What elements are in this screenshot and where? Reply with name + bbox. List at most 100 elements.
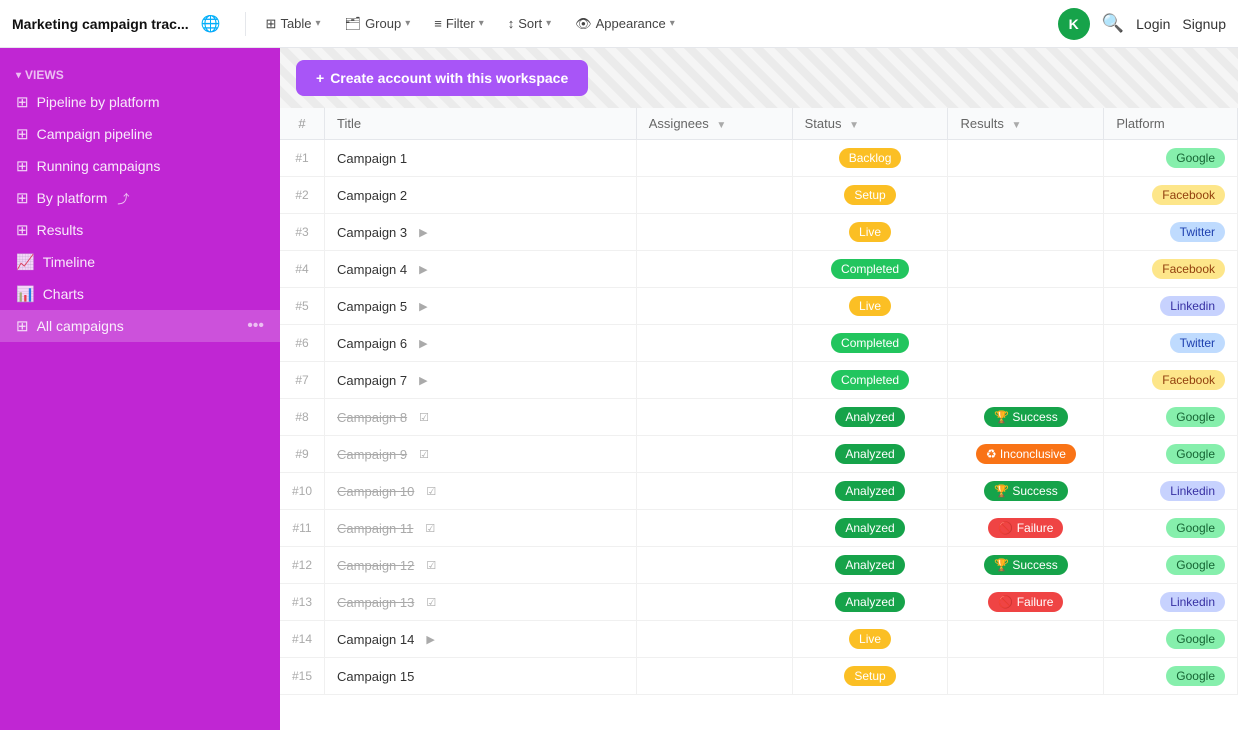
search-button[interactable]: 🔍	[1102, 13, 1124, 34]
cell-title[interactable]: Campaign 6▶	[325, 325, 637, 362]
sidebar-item-by-platform[interactable]: ⊞ By platform ⤴	[0, 182, 280, 214]
cell-status: Setup	[792, 177, 948, 214]
col-title[interactable]: Title	[325, 108, 637, 140]
result-badge: 🏆 Success	[984, 407, 1068, 427]
campaign-title: Campaign 10	[337, 484, 414, 499]
cell-title[interactable]: Campaign 2	[325, 177, 637, 214]
sort-button[interactable]: ↕ Sort ▾	[500, 12, 559, 35]
campaign-title: Campaign 4	[337, 262, 407, 277]
check-icon[interactable]: ☑	[425, 522, 435, 535]
expand-icon[interactable]: ▶	[419, 337, 427, 350]
sidebar-item-pipeline-by-platform[interactable]: ⊞ Pipeline by platform	[0, 86, 280, 118]
sidebar-item-charts[interactable]: 📊 Charts	[0, 278, 280, 310]
table-row[interactable]: #10Campaign 10☑Analyzed🏆 SuccessLinkedin	[280, 473, 1238, 510]
check-icon[interactable]: ☑	[426, 596, 436, 609]
check-icon[interactable]: ☑	[426, 485, 436, 498]
cell-num: #13	[280, 584, 325, 621]
appearance-button[interactable]: 👁 Appearance ▾	[567, 12, 683, 36]
cell-title[interactable]: Campaign 11 ☑	[325, 510, 637, 547]
cell-title[interactable]: Campaign 13☑	[325, 584, 637, 621]
check-icon[interactable]: ☑	[419, 411, 429, 424]
cell-title[interactable]: Campaign 4 ▶	[325, 251, 637, 288]
table-row[interactable]: #14Campaign 14▶LiveGoogle	[280, 621, 1238, 658]
table-row[interactable]: #3Campaign 3▶LiveTwitter	[280, 214, 1238, 251]
cell-title[interactable]: Campaign 1	[325, 140, 637, 177]
cell-title[interactable]: Campaign 15	[325, 658, 637, 695]
status-badge: Analyzed	[835, 518, 904, 538]
sidebar: ▾ Views ⊞ Pipeline by platform ⊞ Campaig…	[0, 48, 280, 730]
sidebar-item-all-campaigns[interactable]: ⊞ All campaigns •••	[0, 310, 280, 342]
table-row[interactable]: #8Campaign 8☑Analyzed🏆 SuccessGoogle	[280, 399, 1238, 436]
views-section-label[interactable]: ▾ Views	[16, 68, 264, 82]
table-row[interactable]: #15Campaign 15SetupGoogle	[280, 658, 1238, 695]
more-icon[interactable]: •••	[247, 317, 264, 335]
avatar[interactable]: K	[1058, 8, 1090, 40]
campaign-title: Campaign 11	[337, 521, 413, 536]
cell-title[interactable]: Campaign 14▶	[325, 621, 637, 658]
login-button[interactable]: Login	[1136, 16, 1170, 32]
filter-button[interactable]: ≡ Filter ▾	[426, 12, 492, 35]
expand-icon[interactable]: ▶	[419, 300, 427, 313]
cell-status: Live	[792, 214, 948, 251]
col-status[interactable]: Status ▼	[792, 108, 948, 140]
status-badge: Analyzed	[835, 444, 904, 464]
sidebar-item-timeline[interactable]: 📈 Timeline	[0, 246, 280, 278]
table-row[interactable]: #5Campaign 5▶LiveLinkedin	[280, 288, 1238, 325]
appearance-chevron: ▾	[670, 18, 675, 29]
expand-icon[interactable]: ▶	[419, 263, 427, 276]
cell-platform: Linkedin	[1104, 473, 1238, 510]
col-results[interactable]: Results ▼	[948, 108, 1104, 140]
table-row[interactable]: #9Campaign 9☑Analyzed♻ InconclusiveGoogl…	[280, 436, 1238, 473]
sidebar-item-campaign-pipeline[interactable]: ⊞ Campaign pipeline	[0, 118, 280, 150]
check-icon[interactable]: ☑	[426, 559, 436, 572]
col-platform[interactable]: Platform	[1104, 108, 1238, 140]
cell-title[interactable]: Campaign 3▶	[325, 214, 637, 251]
cell-platform: Facebook	[1104, 362, 1238, 399]
table-row[interactable]: #11Campaign 11☑Analyzed🚫 FailureGoogle	[280, 510, 1238, 547]
expand-icon[interactable]: ▶	[419, 226, 427, 239]
table-row[interactable]: #7Campaign 7▶CompletedFacebook	[280, 362, 1238, 399]
cell-results: 🚫 Failure	[948, 584, 1104, 621]
table-row[interactable]: #1Campaign 1BacklogGoogle	[280, 140, 1238, 177]
platform-badge: Google	[1166, 407, 1225, 427]
table-row[interactable]: #13Campaign 13☑Analyzed🚫 FailureLinkedin	[280, 584, 1238, 621]
expand-icon[interactable]: ▶	[419, 374, 427, 387]
cell-title[interactable]: Campaign 5▶	[325, 288, 637, 325]
cell-title[interactable]: Campaign 9 ☑	[325, 436, 637, 473]
cell-title[interactable]: Campaign 12☑	[325, 547, 637, 584]
table-row[interactable]: #6Campaign 6▶CompletedTwitter	[280, 325, 1238, 362]
check-icon[interactable]: ☑	[419, 448, 429, 461]
platform-badge: Google	[1166, 666, 1225, 686]
cell-title[interactable]: Campaign 10 ☑	[325, 473, 637, 510]
cell-status: Analyzed	[792, 436, 948, 473]
expand-icon[interactable]: ▶	[426, 633, 434, 646]
cell-results	[948, 325, 1104, 362]
sidebar-item-label: Running campaigns	[37, 158, 161, 174]
table-row[interactable]: #2Campaign 2SetupFacebook	[280, 177, 1238, 214]
col-assignees[interactable]: Assignees ▼	[636, 108, 792, 140]
globe-icon: 🌐	[201, 14, 221, 34]
campaign-title: Campaign 8	[337, 410, 407, 425]
app-title: Marketing campaign trac...	[12, 16, 189, 32]
status-badge: Analyzed	[835, 407, 904, 427]
group-button[interactable]: 🗂 Group ▾	[337, 12, 419, 36]
sort-chevron: ▾	[546, 18, 551, 29]
cell-status: Analyzed	[792, 510, 948, 547]
table-row[interactable]: #4Campaign 4▶CompletedFacebook	[280, 251, 1238, 288]
signup-button[interactable]: Signup	[1182, 16, 1226, 32]
create-account-button[interactable]: + Create account with this workspace	[296, 60, 588, 96]
table-row[interactable]: #12Campaign 12☑Analyzed🏆 SuccessGoogle	[280, 547, 1238, 584]
sidebar-item-results[interactable]: ⊞ Results	[0, 214, 280, 246]
all-campaigns-icon: ⊞	[16, 317, 29, 335]
table-button[interactable]: ⊞ Table ▾	[258, 12, 329, 36]
cell-num: #15	[280, 658, 325, 695]
cell-title[interactable]: Campaign 8 ☑	[325, 399, 637, 436]
campaign-title: Campaign 9	[337, 447, 407, 462]
sidebar-item-running-campaigns[interactable]: ⊞ Running campaigns	[0, 150, 280, 182]
by-platform-icon: ⊞	[16, 189, 29, 207]
cell-platform: Google	[1104, 547, 1238, 584]
cell-assignees	[636, 251, 792, 288]
table-container: # Title Assignees ▼ Status ▼	[280, 108, 1238, 730]
cell-title[interactable]: Campaign 7▶	[325, 362, 637, 399]
cell-num: #4	[280, 251, 325, 288]
